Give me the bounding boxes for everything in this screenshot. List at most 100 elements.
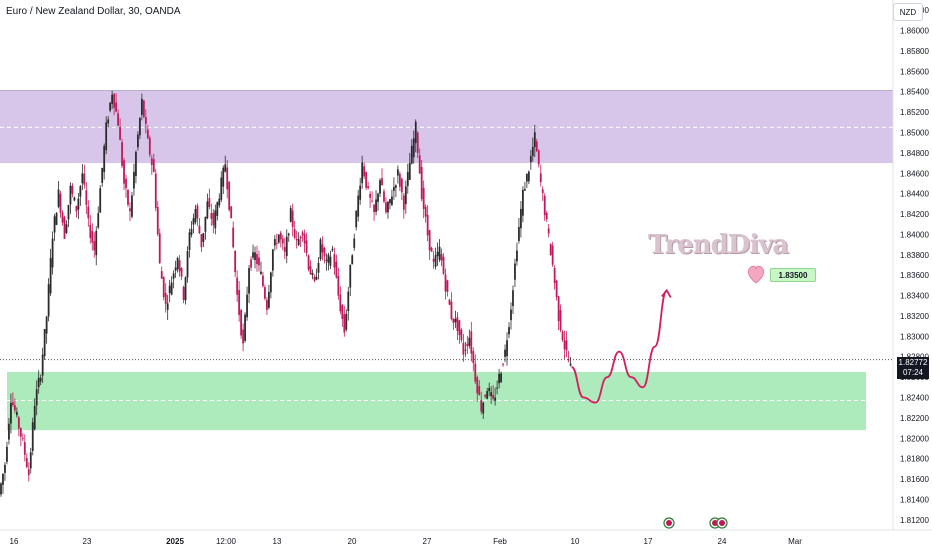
candle-body [97, 213, 100, 228]
price-tick-label: 1.84600 [900, 169, 929, 178]
candle-body [25, 458, 28, 468]
event-marker-inner [719, 520, 725, 526]
candle-body [520, 208, 522, 229]
candle-body [111, 94, 114, 104]
candle-body [359, 185, 362, 200]
candle-body [55, 212, 58, 225]
candle-body [408, 162, 411, 180]
candle-body [2, 473, 4, 485]
candle-body [230, 206, 233, 219]
candle-body [543, 195, 546, 216]
candle-body [492, 394, 495, 399]
candle-body [150, 158, 153, 165]
candle-body [162, 277, 165, 298]
candle-body [541, 189, 544, 194]
candle-body [79, 186, 82, 197]
price-tick-label: 1.84800 [900, 149, 929, 158]
time-tick-label: Mar [788, 537, 802, 546]
candle-body [172, 273, 175, 279]
candle-body [19, 428, 22, 437]
candle-body [140, 98, 143, 115]
candle-body [404, 186, 407, 205]
candle-body [510, 309, 512, 321]
candle-body [545, 212, 548, 220]
candle-body [271, 249, 274, 271]
price-tick-label: 1.81600 [900, 475, 929, 484]
candle-body [555, 280, 558, 298]
candle-body [166, 303, 169, 310]
candle-body [311, 273, 314, 276]
candle-body [260, 271, 262, 274]
price-tick-label: 1.85200 [900, 108, 929, 117]
time-tick-label: 2025 [166, 537, 184, 546]
candle-body [232, 227, 235, 248]
price-tick-label: 1.83600 [900, 271, 929, 280]
candle-body [10, 403, 12, 424]
candle-body [212, 212, 215, 226]
candle-body [494, 397, 497, 401]
price-tick-label: 1.82400 [900, 394, 929, 403]
candle-body [168, 285, 171, 294]
candle-body [529, 156, 532, 163]
candle-body [144, 117, 147, 124]
candle-body [8, 423, 10, 440]
time-tick-label: Feb [493, 537, 507, 546]
candle-body [83, 173, 86, 185]
candle-body [567, 359, 570, 361]
candle-body [194, 208, 197, 223]
candle-body [75, 205, 78, 212]
candle-body [448, 299, 451, 305]
time-axis[interactable]: 16 23 2025 12:00 13 20 27 Feb 10 17 24 Mar [0, 529, 932, 546]
candle-body [71, 185, 74, 194]
candle-body [13, 405, 16, 411]
candle-body [565, 340, 568, 351]
price-axis[interactable]: 1.862001.860001.858001.856001.854001.852… [892, 0, 929, 530]
candle-body [295, 239, 298, 241]
candle-body [206, 201, 209, 219]
candle-body [371, 200, 373, 202]
candle-body [339, 294, 342, 312]
candle-body [327, 254, 330, 263]
candle-body [297, 239, 300, 245]
candle-body [188, 232, 191, 251]
candle-body [385, 202, 387, 213]
candle-body [500, 373, 502, 383]
time-tick-label: 17 [644, 537, 653, 546]
candle-body [375, 199, 377, 212]
candle-body [480, 400, 483, 412]
candle-body [91, 230, 94, 243]
candle-body [472, 351, 475, 364]
candle-body [460, 329, 463, 341]
event-markers[interactable] [663, 517, 728, 529]
candle-body [561, 331, 564, 341]
candle-body [559, 310, 562, 331]
candle-body [266, 299, 268, 310]
currency-selector[interactable]: NZD [893, 3, 923, 21]
candle-body [146, 129, 149, 139]
candle-body [512, 290, 514, 306]
resistance-zone [0, 90, 893, 164]
candle-body [99, 188, 102, 213]
candle-body [57, 189, 60, 207]
candle-body [551, 245, 554, 265]
candle-body [6, 446, 8, 462]
candle-body [365, 171, 368, 188]
candle-body [242, 329, 244, 344]
candle-body [125, 178, 127, 189]
candle-body [15, 411, 18, 416]
price-tick-label: 1.84000 [900, 230, 929, 239]
candle-body [396, 169, 399, 176]
candle-body [222, 167, 225, 187]
candle-body [250, 259, 252, 268]
candle-body [309, 266, 312, 275]
price-tick-label: 1.85600 [900, 67, 929, 76]
candle-body [527, 171, 530, 182]
candle-body [379, 180, 381, 194]
candle-body [428, 230, 431, 251]
candle-body [113, 93, 116, 108]
candle-body [430, 247, 433, 252]
candle-body [504, 349, 506, 357]
candle-body [547, 228, 550, 234]
candle-body [101, 167, 104, 183]
candle-body [450, 301, 453, 320]
